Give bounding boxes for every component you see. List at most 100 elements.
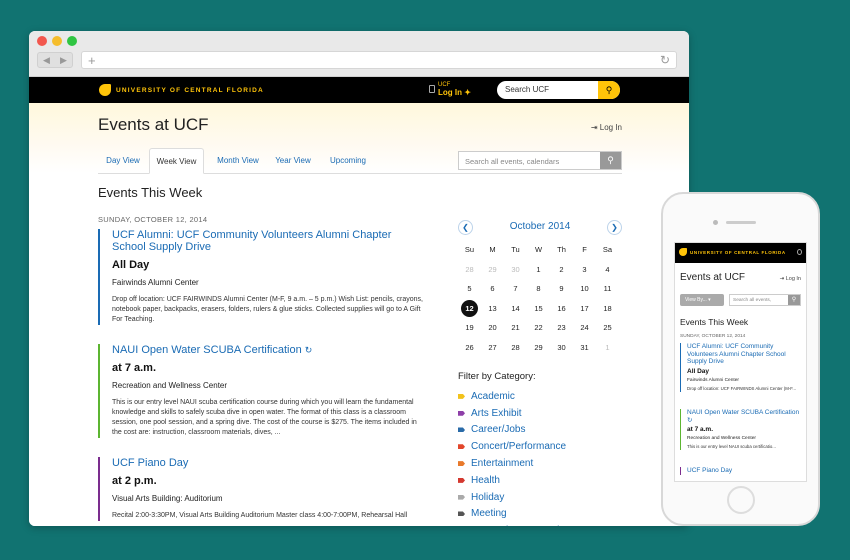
event-title-link[interactable]: UCF Piano Day — [687, 467, 802, 475]
tab-month-view[interactable]: Month View — [208, 148, 268, 174]
tag-icon — [458, 444, 465, 450]
phone-event-item: UCF Piano Day — [680, 467, 802, 475]
calendar-day[interactable]: 1 — [527, 260, 550, 280]
close-window-button[interactable] — [37, 36, 47, 46]
calendar-day[interactable]: 26 — [458, 338, 481, 358]
event-title-link[interactable]: UCF Piano Day — [112, 457, 428, 469]
calendar-day[interactable]: 10 — [573, 279, 596, 299]
calendar-day[interactable]: 29 — [481, 260, 504, 280]
category-filter-link[interactable]: Career/Jobs — [458, 422, 570, 439]
tab-week-view[interactable]: Week View — [149, 148, 204, 174]
phone-menu-icon[interactable] — [797, 249, 802, 255]
calendar-month: October 2014 — [509, 221, 571, 232]
calendar-day[interactable]: 29 — [527, 338, 550, 358]
calendar-day[interactable]: 1 — [596, 338, 619, 358]
calendar-day[interactable]: 9 — [550, 279, 573, 299]
calendar-day[interactable]: 2 — [550, 260, 573, 280]
phone-view-by-dropdown[interactable]: View By... ▾ — [680, 294, 724, 306]
event-location: Visual Arts Building: Auditorium — [112, 494, 223, 503]
category-filter-link[interactable]: Entertainment — [458, 455, 570, 472]
minimize-window-button[interactable] — [52, 36, 62, 46]
back-arrow-icon[interactable]: ◀ — [43, 55, 50, 66]
calendar-day[interactable]: 16 — [550, 299, 573, 319]
back-forward-buttons[interactable]: ◀ ▶ — [37, 52, 73, 68]
event-title-text: NAUI Open Water SCUBA Certification — [112, 344, 302, 356]
calendar-day[interactable]: 25 — [596, 318, 619, 338]
tab-year-view[interactable]: Year View — [268, 148, 318, 174]
event-title-link[interactable]: UCF Alumni: UCF Community Volunteers Alu… — [112, 229, 428, 253]
event-time: All Day — [687, 367, 710, 375]
ucf-login-link[interactable]: UCF Log In ✦ — [438, 82, 471, 97]
calendar-grid: Su M Tu W Th F Sa 28 29 30 1 2 3 4 5 6 7 8 9 10 11 12 13 14 15 16… — [458, 240, 622, 357]
next-month-chevron-right-icon[interactable]: ❯ — [607, 220, 622, 235]
calendar-day[interactable]: 15 — [527, 299, 550, 319]
calendar-day[interactable]: 21 — [504, 318, 527, 338]
calendar-day[interactable]: 18 — [596, 299, 619, 319]
category-filter-link[interactable]: Holiday — [458, 489, 570, 506]
calendar-day[interactable]: 14 — [504, 299, 527, 319]
reload-icon[interactable]: ↻ — [660, 53, 670, 67]
calendar-day[interactable]: 7 — [504, 279, 527, 299]
camera-icon — [713, 220, 718, 225]
view-tabs: Day View Week View Month View Year View … — [98, 148, 366, 174]
phone-search-input[interactable]: Search all events, ⚲ — [729, 294, 801, 306]
calendar-day[interactable]: 27 — [481, 338, 504, 358]
calendar-day[interactable]: 30 — [550, 338, 573, 358]
ucf-logo-text: UNIVERSITY OF CENTRAL FLORIDA — [116, 86, 264, 94]
calendar-day[interactable]: 6 — [481, 279, 504, 299]
category-label: Arts Exhibit — [471, 407, 522, 419]
tab-day-view[interactable]: Day View — [98, 148, 148, 174]
event-title-link[interactable]: NAUI Open Water SCUBA Certification ↻ — [112, 344, 428, 356]
tag-icon — [458, 494, 465, 500]
search-icon[interactable]: ⚲ — [598, 81, 620, 99]
category-label: Career/Jobs — [471, 424, 526, 436]
event-time: at 7 a.m. — [112, 362, 157, 374]
forward-arrow-icon[interactable]: ▶ — [60, 55, 67, 66]
ucf-search-input[interactable]: Search UCF ⚲ — [497, 81, 620, 99]
address-bar[interactable]: + ↻ — [81, 51, 677, 69]
ucf-logo[interactable]: UNIVERSITY OF CENTRAL FLORIDA — [99, 84, 264, 96]
calendar-day[interactable]: 4 — [596, 260, 619, 280]
event-description: Drop off location: UCF FAIRWINDS Alumni … — [112, 296, 423, 323]
category-filter-link[interactable]: Arts Exhibit — [458, 405, 570, 422]
event-title-link[interactable]: UCF Alumni: UCF Community Volunteers Alu… — [687, 343, 802, 366]
event-description: Drop off location: UCF FAIRWINDS Alumni … — [687, 385, 796, 391]
maximize-window-button[interactable] — [67, 36, 77, 46]
calendar-day[interactable]: 23 — [550, 318, 573, 338]
category-label: Meeting — [471, 508, 507, 520]
category-filter-link[interactable]: Concert/Performance — [458, 438, 570, 455]
tab-upcoming[interactable]: Upcoming — [324, 148, 372, 174]
calendar-day[interactable]: 13 — [481, 299, 504, 319]
events-search-input[interactable]: Search all events, calendars ⚲ — [458, 151, 622, 170]
calendar-day[interactable]: 20 — [481, 318, 504, 338]
speaker-grille — [726, 221, 756, 224]
calendar-day[interactable]: 22 — [527, 318, 550, 338]
search-icon[interactable]: ⚲ — [788, 295, 800, 305]
login-link[interactable]: ⇥ Log In — [591, 123, 622, 132]
calendar-day[interactable]: 11 — [596, 279, 619, 299]
calendar-day[interactable]: 12 — [458, 299, 481, 319]
event-title-link[interactable]: NAUI Open Water SCUBA Certification ↻ — [687, 409, 802, 424]
search-icon[interactable]: ⚲ — [600, 152, 621, 169]
new-tab-plus-icon[interactable]: + — [88, 53, 96, 68]
category-label: Holiday — [471, 491, 505, 503]
calendar-day[interactable]: 19 — [458, 318, 481, 338]
calendar-day[interactable]: 24 — [573, 318, 596, 338]
calendar-day[interactable]: 30 — [504, 260, 527, 280]
calendar-day[interactable]: 28 — [458, 260, 481, 280]
calendar-day[interactable]: 17 — [573, 299, 596, 319]
calendar-day[interactable]: 8 — [527, 279, 550, 299]
category-filter-link[interactable]: Health — [458, 472, 570, 489]
calendar-day[interactable]: 31 — [573, 338, 596, 358]
category-filter-link[interactable]: Academic — [458, 388, 570, 405]
event-description: This is our entry level NAUI scuba certi… — [112, 399, 417, 436]
weekday-header: W — [534, 245, 543, 254]
calendar-day[interactable]: 28 — [504, 338, 527, 358]
home-button[interactable] — [727, 486, 755, 514]
phone-login-link[interactable]: ⇥ Log In — [780, 276, 801, 282]
sign-in-icon: ⇥ — [590, 123, 598, 132]
calendar-day[interactable]: 5 — [458, 279, 481, 299]
category-filter-link[interactable]: Recreation & Exercise — [458, 522, 570, 526]
category-filter-link[interactable]: Meeting — [458, 506, 570, 523]
calendar-day[interactable]: 3 — [573, 260, 596, 280]
